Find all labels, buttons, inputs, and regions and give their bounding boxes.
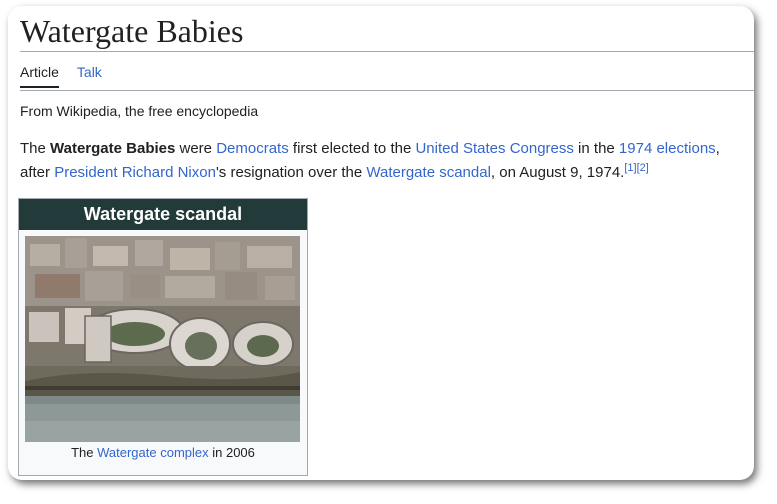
watergate-complex-photo[interactable] [25,236,300,442]
reference-2[interactable]: [2] [637,162,649,174]
article-card: Watergate Babies Article Talk From Wikip… [8,6,754,480]
intro-text: The [20,140,51,157]
link-democrats[interactable]: Democrats [216,140,289,157]
infobox-caption: The Watergate complex in 2006 [19,445,307,460]
link-watergate-complex[interactable]: Watergate complex [97,445,209,460]
reference-1[interactable]: [1] [624,162,636,174]
title-divider [20,51,754,52]
intro-paragraph: The Watergate Babies were Democrats firs… [20,137,744,185]
tab-article[interactable]: Article [20,64,59,88]
link-united-states-congress[interactable]: United States Congress [415,140,573,157]
article-subject-bold: Watergate Babies [50,140,176,157]
intro-text: were [175,140,217,157]
intro-text: first elected to the [288,140,416,157]
tab-talk[interactable]: Talk [77,64,102,88]
page-title: Watergate Babies [20,13,244,49]
caption-text: in 2006 [208,445,255,460]
link-1974-elections[interactable]: 1974 elections [619,140,716,157]
caption-text: The [71,445,98,460]
infobox-header: Watergate scandal [19,199,307,230]
infobox: Watergate scandal The Watergate complex … [18,198,308,476]
site-tagline: From Wikipedia, the free encyclopedia [20,103,259,119]
intro-text: in the [573,140,619,157]
intro-text: 's resignation over the [215,164,367,181]
link-president-richard-nixon[interactable]: President Richard Nixon [54,164,216,181]
tabs-divider [20,90,754,91]
article-tabs: Article Talk [20,64,102,88]
link-watergate-scandal[interactable]: Watergate scandal [366,164,491,181]
intro-text: , on August 9, 1974. [490,164,625,181]
aerial-photo-illustration [25,236,300,442]
